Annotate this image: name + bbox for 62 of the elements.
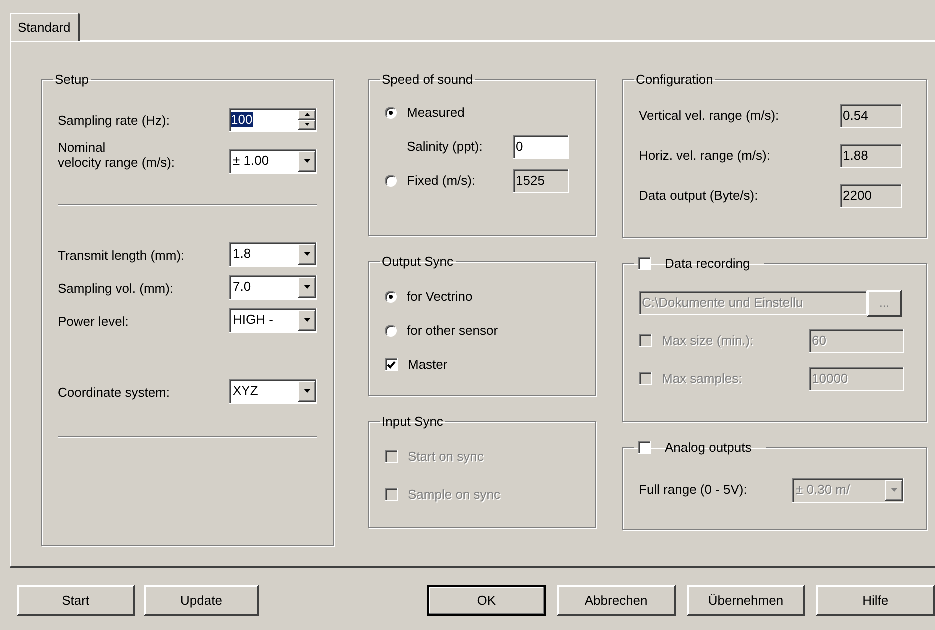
dropdown-button[interactable] bbox=[298, 276, 316, 298]
checkbox-label[interactable]: Master bbox=[408, 354, 448, 374]
dropdown-arrow-icon bbox=[304, 159, 310, 163]
text-field[interactable]: 2200 bbox=[840, 184, 902, 208]
down-arrow-icon bbox=[304, 123, 310, 126]
checkbox-label[interactable]: Data recording bbox=[665, 254, 750, 274]
dropdown-button[interactable] bbox=[298, 310, 316, 330]
checkbox[interactable] bbox=[638, 257, 651, 270]
dropdown-button[interactable] bbox=[298, 150, 316, 172]
text-field[interactable]: 1525 bbox=[513, 168, 569, 192]
field-label: Transmit length (mm): bbox=[58, 248, 186, 265]
field-label: Full range (0 - 5V): bbox=[639, 481, 748, 500]
tab[interactable]: Standard bbox=[10, 13, 80, 41]
radio-label[interactable]: for other sensor bbox=[407, 320, 513, 340]
field-label: Sampling rate (Hz): bbox=[58, 112, 171, 130]
group-title: Configuration bbox=[636, 72, 714, 87]
dialog-button[interactable]: Start bbox=[17, 585, 135, 616]
dropdown-arrow-icon bbox=[304, 318, 310, 322]
dropdown-field[interactable]: 1.8 bbox=[229, 242, 317, 266]
dialog-button[interactable]: Übernehmen bbox=[686, 585, 806, 616]
dropdown-arrow-icon bbox=[304, 285, 310, 289]
dropdown-field[interactable]: ± 1.00 bbox=[229, 148, 317, 174]
dropdown-field[interactable]: 7.0 bbox=[229, 274, 317, 300]
field-label: Horiz. vel. range (m/s): bbox=[639, 146, 772, 165]
radio-label[interactable]: for Vectrino bbox=[407, 286, 513, 306]
dropdown-field[interactable]: XYZ bbox=[229, 378, 317, 404]
spin-up-button[interactable] bbox=[298, 110, 316, 120]
dialog-button[interactable]: OK bbox=[427, 585, 546, 616]
dropdown-button[interactable] bbox=[298, 244, 316, 264]
dropdown-arrow-icon bbox=[304, 389, 310, 393]
group-title: Speed of sound bbox=[382, 72, 474, 87]
dropdown-button[interactable] bbox=[298, 380, 316, 402]
field-label: Vertical vel. range (m/s): bbox=[639, 106, 780, 125]
field-label: Nominal velocity range (m/s): bbox=[58, 140, 176, 172]
dialog-button[interactable]: Abbrechen bbox=[557, 585, 676, 616]
spin-down-button[interactable] bbox=[298, 120, 316, 130]
group-title: Setup bbox=[55, 72, 89, 87]
dialog-button[interactable]: Update bbox=[144, 585, 260, 616]
field-label: Data output (Byte/s): bbox=[639, 186, 760, 205]
checkbox[interactable] bbox=[385, 358, 398, 371]
text-field[interactable]: 0.54 bbox=[840, 104, 902, 128]
text-field[interactable]: 1.88 bbox=[840, 144, 902, 168]
radio-button[interactable] bbox=[385, 174, 397, 186]
dropdown-arrow-icon bbox=[304, 252, 310, 256]
up-arrow-icon bbox=[304, 113, 310, 116]
field-label: Coordinate system: bbox=[58, 384, 171, 402]
radio-label[interactable]: Measured bbox=[407, 102, 513, 122]
text-field[interactable]: 0 bbox=[513, 134, 569, 158]
dropdown-field[interactable]: HIGH - bbox=[229, 308, 317, 332]
radio-button[interactable] bbox=[385, 106, 397, 118]
group-title: Input Sync bbox=[382, 414, 444, 429]
field-label: Salinity (ppt): bbox=[407, 138, 484, 156]
dropdown-arrow-icon bbox=[890, 488, 898, 492]
check-icon bbox=[387, 360, 396, 368]
dialog-button[interactable]: Hilfe bbox=[816, 585, 935, 616]
spin-field[interactable]: 100 bbox=[229, 108, 317, 132]
radio-button[interactable] bbox=[385, 324, 397, 336]
field-label: Sampling vol. (mm): bbox=[58, 280, 175, 298]
group-title: Output Sync bbox=[382, 254, 454, 269]
radio-label[interactable]: Fixed (m/s): bbox=[407, 170, 513, 190]
radio-button[interactable] bbox=[385, 290, 397, 302]
field-label: Power level: bbox=[58, 314, 130, 330]
